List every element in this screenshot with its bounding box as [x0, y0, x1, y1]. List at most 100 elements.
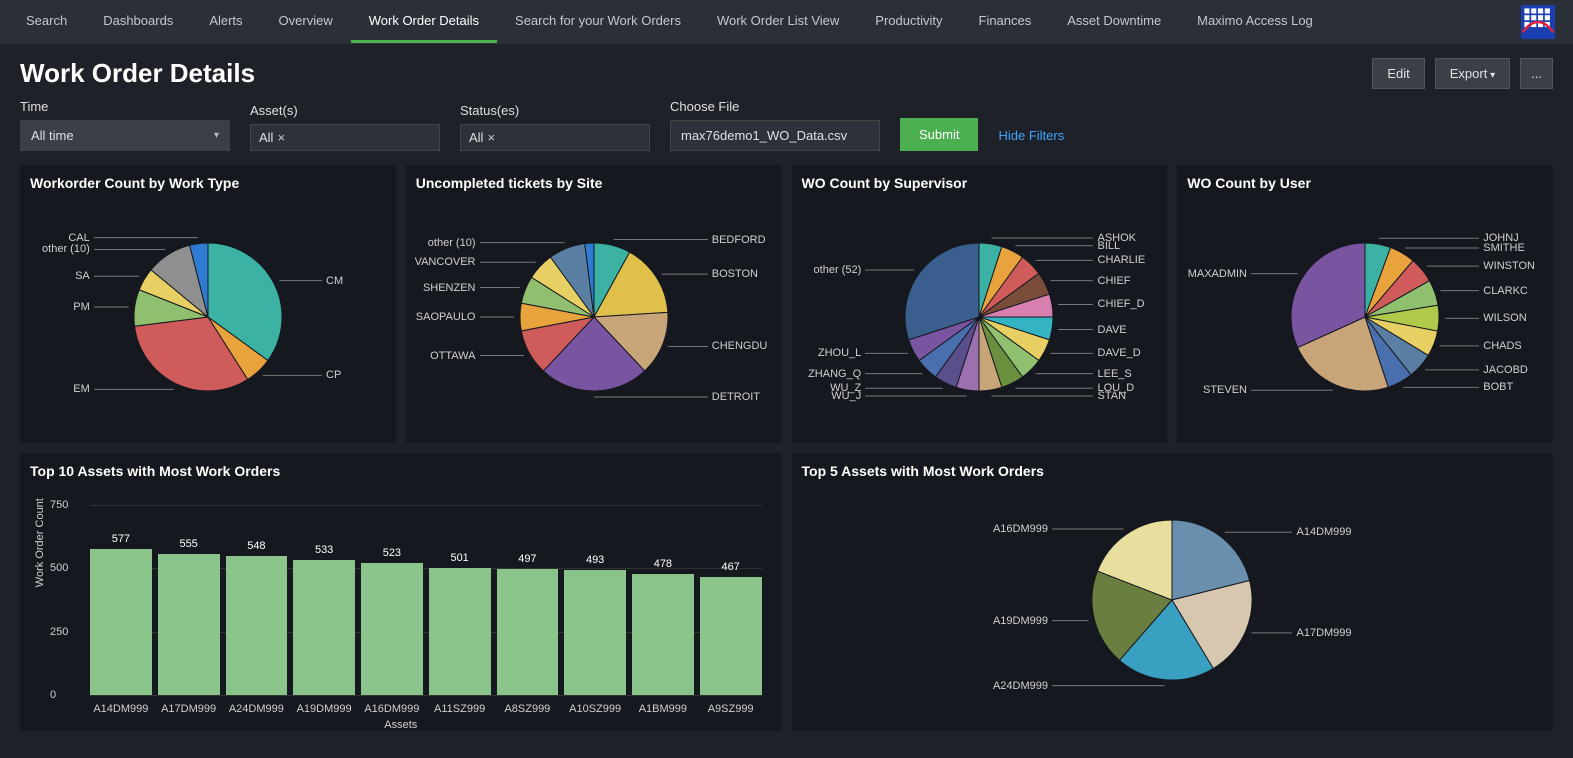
pie-label: SHENZEN: [423, 282, 476, 294]
nav-tab[interactable]: Overview: [261, 1, 351, 43]
x-tick: A9SZ999: [700, 703, 762, 715]
panel-user: WO Count by User JOHNJSMITHEWINSTONCLARK…: [1177, 165, 1553, 443]
pie-label: SMITHE: [1483, 242, 1525, 254]
x-axis-label: Assets: [384, 719, 417, 731]
bar-value-label: 467: [721, 561, 739, 573]
pie-label: CLARKC: [1483, 285, 1528, 297]
chart-top10-bar[interactable]: Work Order Count Assets 0250500750577555…: [30, 485, 772, 725]
panel-title: Top 10 Assets with Most Work Orders: [30, 463, 772, 479]
pie-label: CHIEF_D: [1098, 298, 1145, 310]
pie-label: CHADS: [1483, 340, 1522, 352]
y-axis-label: Work Order Count: [34, 498, 46, 587]
time-label: Time: [20, 99, 230, 114]
pie-label: other (52): [814, 264, 862, 276]
panel-title: WO Count by User: [1187, 175, 1543, 191]
pie-label: SAOPAULO: [416, 311, 476, 323]
bar-value-label: 501: [450, 552, 468, 564]
panel-title: Workorder Count by Work Type: [30, 175, 386, 191]
y-tick: 250: [50, 626, 68, 638]
page-header: Work Order Details Edit Export ...: [0, 44, 1573, 93]
x-tick: A24DM999: [226, 703, 288, 715]
pie-label: CHIEF: [1098, 275, 1131, 287]
chart-user[interactable]: JOHNJSMITHEWINSTONCLARKCWILSONCHADSJACOB…: [1187, 197, 1543, 437]
nav-tab[interactable]: Work Order List View: [699, 1, 857, 43]
bar[interactable]: 478: [632, 574, 694, 695]
x-tick: A14DM999: [90, 703, 152, 715]
y-tick: 0: [50, 689, 56, 701]
assets-label: Asset(s): [250, 103, 440, 118]
nav-tab[interactable]: Alerts: [191, 1, 260, 43]
pie-label: DAVE: [1098, 324, 1127, 336]
remove-chip-icon[interactable]: ×: [277, 130, 285, 145]
chart-top5-pie[interactable]: A14DM999A17DM999A24DM999A19DM999A16DM999: [802, 485, 1544, 715]
filter-bar: Time All time ▾ Asset(s) All × Status(es…: [0, 93, 1573, 165]
pie-label: CM: [326, 275, 343, 287]
nav-tab[interactable]: Work Order Details: [351, 1, 497, 43]
bar-value-label: 548: [247, 540, 265, 552]
chart-site[interactable]: BEDFORDBOSTONCHENGDUDETROITOTTAWASAOPAUL…: [416, 197, 772, 437]
pie-label: CAL: [68, 232, 89, 244]
nav-tab[interactable]: Search: [8, 1, 85, 43]
chart-supervisor[interactable]: ASHOKBILLCHARLIECHIEFCHIEF_DDAVEDAVE_DLE…: [802, 197, 1158, 437]
nav-tab[interactable]: Asset Downtime: [1049, 1, 1179, 43]
bar-value-label: 478: [654, 558, 672, 570]
pie-label: ZHANG_Q: [808, 368, 861, 380]
status-input[interactable]: All ×: [460, 124, 650, 151]
chart-worktype[interactable]: CMCPEMPMSAother (10)CAL: [30, 197, 386, 437]
bar[interactable]: 501: [429, 568, 491, 695]
bar[interactable]: 533: [293, 560, 355, 695]
page-title: Work Order Details: [20, 58, 1372, 89]
pie-label: other (10): [428, 237, 476, 249]
bar[interactable]: 497: [497, 569, 559, 695]
y-tick: 750: [50, 499, 68, 511]
pie-label: DETROIT: [712, 391, 760, 403]
more-button[interactable]: ...: [1520, 58, 1553, 89]
remove-chip-icon[interactable]: ×: [487, 130, 495, 145]
pie-label: VANCOVER: [415, 256, 476, 268]
product-logo-icon: [1521, 5, 1555, 39]
bar-value-label: 555: [179, 538, 197, 550]
pie-label: A24DM999: [993, 680, 1048, 692]
top-nav: SearchDashboardsAlertsOverviewWork Order…: [0, 0, 1573, 44]
panel-title: WO Count by Supervisor: [802, 175, 1158, 191]
file-input[interactable]: max76demo1_WO_Data.csv: [670, 120, 880, 151]
edit-button[interactable]: Edit: [1372, 58, 1424, 89]
nav-tab[interactable]: Productivity: [857, 1, 960, 43]
panel-supervisor: WO Count by Supervisor ASHOKBILLCHARLIEC…: [792, 165, 1168, 443]
nav-tab[interactable]: Dashboards: [85, 1, 191, 43]
assets-chip[interactable]: All ×: [259, 130, 285, 145]
assets-input[interactable]: All ×: [250, 124, 440, 151]
status-label: Status(es): [460, 103, 650, 118]
x-tick: A10SZ999: [564, 703, 626, 715]
bar[interactable]: 577: [90, 549, 152, 695]
nav-tab[interactable]: Search for your Work Orders: [497, 1, 699, 43]
pie-label: MAXADMIN: [1188, 268, 1247, 280]
bar[interactable]: 523: [361, 563, 423, 695]
pie-label: EM: [73, 383, 90, 395]
x-tick: A1BM999: [632, 703, 694, 715]
x-tick: A19DM999: [293, 703, 355, 715]
export-button[interactable]: Export: [1435, 58, 1510, 89]
bar[interactable]: 493: [564, 570, 626, 695]
pie-label: WILSON: [1483, 312, 1526, 324]
panel-title: Uncompleted tickets by Site: [416, 175, 772, 191]
status-chip[interactable]: All ×: [469, 130, 495, 145]
nav-tab[interactable]: Maximo Access Log: [1179, 1, 1331, 43]
time-select[interactable]: All time ▾: [20, 120, 230, 151]
pie-label: A16DM999: [993, 523, 1048, 535]
nav-tab[interactable]: Finances: [961, 1, 1050, 43]
x-tick: A8SZ999: [497, 703, 559, 715]
bar-value-label: 497: [518, 553, 536, 565]
pie-label: A17DM999: [1297, 627, 1352, 639]
pie-label: BEDFORD: [712, 234, 766, 246]
pie-label: STEVEN: [1203, 384, 1247, 396]
y-tick: 500: [50, 562, 68, 574]
pie-label: BOBT: [1483, 381, 1513, 393]
submit-button[interactable]: Submit: [900, 118, 978, 151]
bar[interactable]: 467: [700, 577, 762, 695]
bar[interactable]: 555: [158, 554, 220, 695]
hide-filters-link[interactable]: Hide Filters: [998, 128, 1064, 151]
bar[interactable]: 548: [226, 556, 288, 695]
pie-label: CHARLIE: [1098, 254, 1146, 266]
panel-site: Uncompleted tickets by Site BEDFORDBOSTO…: [406, 165, 782, 443]
